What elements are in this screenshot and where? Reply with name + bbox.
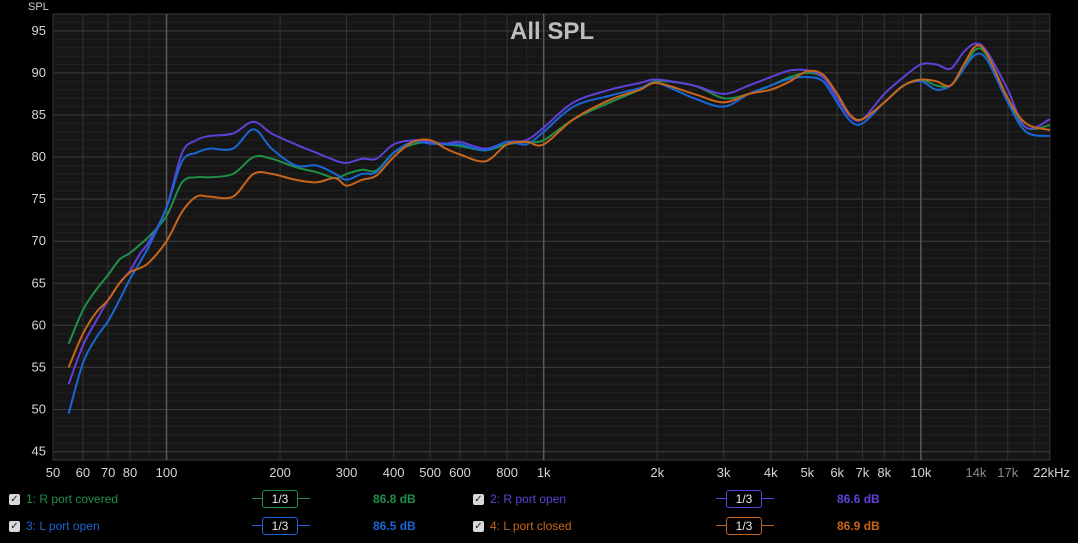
y-tick-label: 60: [32, 317, 46, 332]
x-tick-label: 3k: [717, 465, 731, 480]
x-tick-label: 800: [496, 465, 518, 480]
y-axis: 45 50 55 60 65 70 75 80 85 90 95: [32, 23, 46, 459]
checkbox-icon[interactable]: ✓: [473, 493, 484, 505]
x-tick-label: 200: [269, 465, 291, 480]
smoothing-value-1[interactable]: 1/3: [262, 490, 298, 508]
x-tick-label: 17k: [997, 465, 1018, 480]
y-axis-label: SPL: [28, 1, 49, 13]
checkbox-icon[interactable]: ✓: [9, 493, 20, 505]
x-tick-label: 100: [156, 465, 178, 480]
x-tick-label: 7k: [856, 465, 870, 480]
x-tick-label: 50: [46, 465, 60, 480]
x-tick-label: 60: [76, 465, 90, 480]
average-level-1: 86.8 dB: [373, 492, 416, 506]
y-tick-label: 55: [32, 359, 46, 374]
legend-item-2[interactable]: ✓ 2: R port open: [473, 488, 566, 510]
y-tick-label: 90: [32, 65, 46, 80]
y-tick-label: 45: [32, 444, 46, 459]
x-tick-label: 6k: [830, 465, 844, 480]
x-tick-label: 600: [449, 465, 471, 480]
average-level-3: 86.5 dB: [373, 519, 416, 533]
x-tick-label: 1k: [537, 465, 551, 480]
x-tick-label: 22kHz: [1033, 465, 1070, 480]
spl-chart: 4550556065707580859095 50 60 70 80 100 200 300…: [28, 1, 1070, 480]
x-tick-label: 14k: [965, 465, 986, 480]
x-tick-label: 80: [123, 465, 137, 480]
x-tick-label: 10k: [910, 465, 931, 480]
legend-row-1: ✓ 1: R port covered 1/3 86.8 dB ✓ 2: R p…: [0, 488, 1078, 510]
legend-item-4[interactable]: ✓ 4: L port closed: [473, 515, 572, 537]
y-tick-label: 75: [32, 191, 46, 206]
legend-label-2: 2: R port open: [490, 492, 567, 506]
chart-title: All SPL: [510, 18, 594, 45]
y-tick-label: 50: [32, 402, 46, 417]
y-tick-label: 85: [32, 107, 46, 122]
legend-label-1: 1: R port covered: [26, 492, 119, 506]
x-tick-label: 500: [419, 465, 441, 480]
legend-item-1[interactable]: ✓ 1: R port covered: [9, 488, 118, 510]
x-tick-label: 300: [336, 465, 358, 480]
x-axis: 50 60 70 80 100 200 300 400 500 600 800 1k 2k 3k 4k 5k 6…: [46, 465, 1070, 480]
y-tick-label: 80: [32, 149, 46, 164]
legend-row-2: ✓ 3: L port open 1/3 86.5 dB ✓ 4: L port…: [0, 515, 1078, 537]
y-tick-label: 65: [32, 275, 46, 290]
y-tick-label: 70: [32, 233, 46, 248]
x-tick-label: 70: [101, 465, 115, 480]
smoothing-value-3[interactable]: 1/3: [262, 517, 298, 535]
smoothing-value-4[interactable]: 1/3: [726, 517, 762, 535]
x-tick-label: 400: [383, 465, 405, 480]
x-tick-label: 8k: [877, 465, 891, 480]
legend-item-3[interactable]: ✓ 3: L port open: [9, 515, 100, 537]
smoothing-value-2[interactable]: 1/3: [726, 490, 762, 508]
x-tick-label: 4k: [764, 465, 778, 480]
average-level-2: 86.6 dB: [837, 492, 880, 506]
checkbox-icon[interactable]: ✓: [9, 520, 20, 532]
checkbox-icon[interactable]: ✓: [473, 520, 484, 532]
x-tick-label: 5k: [800, 465, 814, 480]
y-tick-label: 95: [32, 23, 46, 38]
legend-label-3: 3: L port open: [26, 519, 100, 533]
average-level-4: 86.9 dB: [837, 519, 880, 533]
x-tick-label: 2k: [650, 465, 664, 480]
legend-label-4: 4: L port closed: [490, 519, 572, 533]
